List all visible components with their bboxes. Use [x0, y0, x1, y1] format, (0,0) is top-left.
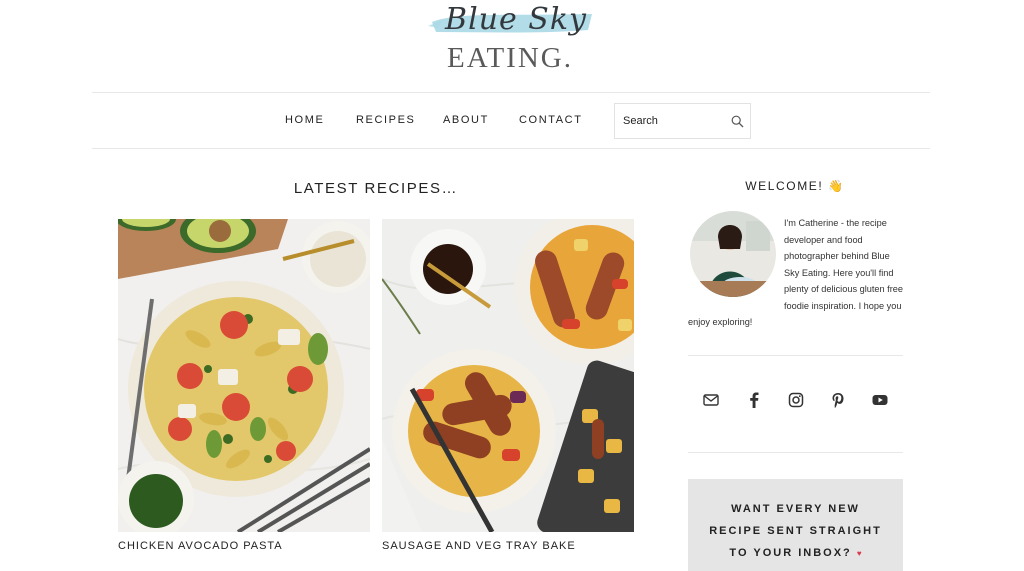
search-form	[614, 103, 751, 139]
latest-recipes-heading: LATEST RECIPES…	[293, 180, 459, 197]
recipe-image-sausage-veg-tray-bake[interactable]	[382, 219, 634, 532]
nav-contact[interactable]: CONTACT	[519, 114, 583, 126]
waving-hand-icon: 👋	[828, 179, 845, 193]
header-divider-top	[92, 92, 930, 93]
sidebar-divider-1	[688, 355, 903, 356]
recipe-image-chicken-avocado-pasta[interactable]	[118, 219, 370, 532]
main-navigation: HOME RECIPES ABOUT CONTACT	[0, 114, 1024, 128]
logo-wordmark: EATING.	[447, 42, 573, 74]
welcome-heading-text: WELCOME!	[745, 179, 824, 193]
newsletter-line-1: WANT EVERY NEW	[731, 503, 860, 515]
pinterest-icon[interactable]	[828, 390, 848, 410]
logo-script-text: Blue Sky	[445, 2, 587, 37]
nav-recipes[interactable]: RECIPES	[356, 114, 416, 126]
site-logo[interactable]: Blue Sky EATING.	[420, 0, 610, 78]
header-divider-bottom	[92, 148, 930, 149]
recipe-title-sausage-veg-tray-bake[interactable]: SAUSAGE AND VEG TRAY BAKE	[382, 540, 576, 552]
nav-about[interactable]: ABOUT	[443, 114, 489, 126]
author-bio: I'm Catherine - the recipe developer and…	[688, 215, 906, 331]
nav-home[interactable]: HOME	[285, 114, 324, 126]
newsletter-line-2: RECIPE SENT STRAIGHT	[709, 525, 882, 537]
youtube-icon[interactable]	[870, 390, 890, 410]
envelope-icon[interactable]	[701, 390, 721, 410]
search-input[interactable]	[621, 112, 721, 130]
newsletter-signup-box: WANT EVERY NEW RECIPE SENT STRAIGHT TO Y…	[688, 479, 903, 571]
facebook-icon[interactable]	[744, 390, 764, 410]
sidebar-divider-2	[688, 452, 903, 453]
instagram-icon[interactable]	[786, 390, 806, 410]
newsletter-heading: WANT EVERY NEW RECIPE SENT STRAIGHT TO Y…	[688, 498, 903, 565]
heart-icon: ♥	[856, 549, 862, 558]
welcome-heading: WELCOME! 👋	[688, 179, 902, 193]
bio-spacer	[688, 215, 784, 301]
recipe-title-chicken-avocado-pasta[interactable]: CHICKEN AVOCADO PASTA	[118, 540, 283, 552]
newsletter-line-3: TO YOUR INBOX?	[729, 547, 852, 559]
newsletter-line-3-wrap: TO YOUR INBOX? ♥	[688, 542, 903, 565]
search-icon[interactable]	[731, 115, 744, 128]
